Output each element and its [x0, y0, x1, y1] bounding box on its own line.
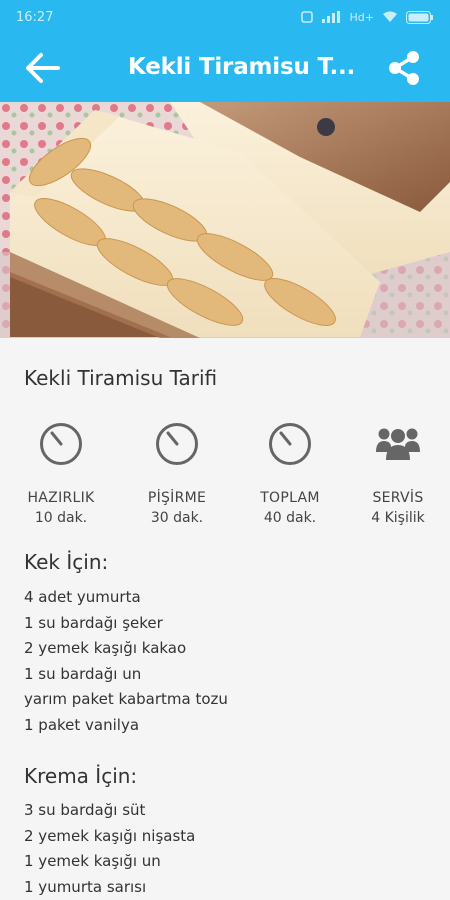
stat-label: SERVİS	[372, 490, 424, 506]
stat-servings: SERVİS 4 Kişilik	[343, 420, 450, 526]
ingredient-item: 3 su bardağı süt	[24, 801, 146, 819]
stat-value: 4 Kişilik	[371, 510, 425, 526]
ingredient-list-cream: 3 su bardağı süt 2 yemek kaşığı nişasta …	[24, 798, 195, 900]
people-icon	[376, 428, 420, 460]
recipe-title: Kekli Tiramisu Tarifi	[24, 366, 218, 390]
stat-label: PİŞİRME	[147, 490, 207, 506]
stat-label: TOPLAM	[260, 490, 320, 506]
signal-icon	[321, 11, 340, 23]
recipe-stats: HAZIRLIK 10 dak. PİŞİRME 30 dak. TOPLAM …	[0, 420, 450, 530]
ingredient-item: 1 su bardağı un	[24, 664, 142, 683]
stat-value: 30 dak.	[150, 510, 204, 526]
ingredient-item: 1 paket vanilya	[24, 715, 140, 734]
ingredient-item: 2 yemek kaşığı kakao	[24, 639, 187, 657]
stat-value: 10 dak.	[34, 510, 88, 526]
share-icon	[389, 51, 419, 85]
status-time: 16:27	[16, 9, 54, 25]
share-button[interactable]	[384, 48, 424, 88]
stat-prep: HAZIRLIK 10 dak.	[6, 420, 116, 526]
battery-icon	[406, 10, 433, 24]
section-title-cake: Kek İçin:	[24, 550, 109, 574]
ingredient-item: 1 su bardağı şeker	[24, 613, 163, 632]
arrow-left-icon	[26, 53, 60, 83]
network-label: Hd+	[349, 10, 374, 24]
recipe-content: Kekli Tiramisu Tarifi HAZIRLIK 10 dak. P…	[0, 338, 450, 900]
ingredient-list-cake: 4 adet yumurta 1 su bardağı şeker 2 yeme…	[24, 585, 228, 738]
ingredient-item: 1 yemek kaşığı un	[24, 852, 161, 870]
timer-icon	[40, 423, 82, 465]
recipe-photo	[0, 102, 450, 338]
toolbar: Kekli Tiramisu T...	[0, 34, 450, 102]
ingredient-item: yarım paket kabartma tozu	[24, 690, 228, 708]
ingredient-item: 1 yumurta sarısı	[24, 877, 147, 896]
ingredient-item: 2 yemek kaşığı nişasta	[24, 826, 196, 845]
app-bar: 16:27 Hd+ Kekli Tiramisu T...	[0, 0, 450, 102]
back-button[interactable]	[22, 50, 62, 86]
timer-icon	[269, 423, 311, 465]
status-bar: 16:27 Hd+	[0, 0, 450, 34]
ingredient-item: 4 adet yumurta	[24, 588, 141, 606]
stat-label: HAZIRLIK	[27, 490, 95, 506]
wifi-icon	[383, 11, 397, 22]
stat-total: TOPLAM 40 dak.	[235, 420, 345, 526]
stat-value: 40 dak.	[263, 510, 317, 526]
app-bar-title: Kekli Tiramisu T...	[128, 54, 356, 80]
stat-cook: PİŞİRME 30 dak.	[122, 420, 232, 526]
status-icons: Hd+	[300, 10, 434, 24]
timer-icon	[156, 423, 198, 465]
alarm-icon	[300, 11, 313, 23]
section-title-cream: Krema İçin:	[24, 764, 138, 788]
